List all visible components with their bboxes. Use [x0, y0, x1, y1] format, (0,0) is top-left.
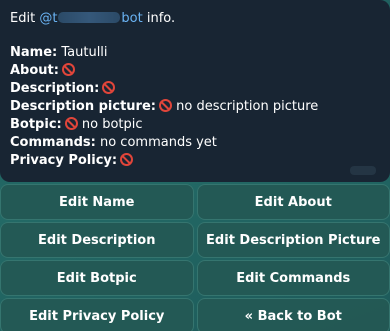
field-description: Description:: [10, 80, 380, 98]
keyboard-row: Edit Description Edit Description Pictur…: [0, 222, 390, 258]
mention-end: bot: [121, 11, 143, 26]
edit-name-button[interactable]: Edit Name: [0, 184, 194, 220]
message-header: Edit @t bot info.: [10, 10, 380, 28]
redacted-username: [58, 12, 121, 23]
field-about: About:: [10, 62, 380, 80]
field-label: Botpic:: [10, 117, 62, 132]
edit-commands-button[interactable]: Edit Commands: [196, 260, 390, 296]
field-label: Name:: [10, 45, 58, 60]
inline-keyboard: Edit Name Edit About Edit Description Ed…: [0, 184, 390, 331]
edit-botpic-button[interactable]: Edit Botpic: [0, 260, 194, 296]
field-label: Privacy Policy:: [10, 153, 118, 168]
bot-username-mention[interactable]: @t bot: [39, 11, 142, 26]
edit-description-picture-button[interactable]: Edit Description Picture: [196, 222, 390, 258]
mention-start: @t: [39, 11, 58, 26]
prohibited-icon: [61, 63, 75, 76]
bot-message-bubble: Edit @t bot info. Name: Tautulli About: D…: [0, 0, 390, 182]
prohibited-icon: [120, 153, 134, 166]
edit-privacy-policy-button[interactable]: Edit Privacy Policy: [0, 298, 194, 331]
chat-area: Edit @t bot info. Name: Tautulli About: D…: [0, 0, 390, 331]
field-label: Description picture:: [10, 99, 156, 114]
header-suffix: info.: [142, 11, 176, 26]
field-label: About:: [10, 63, 59, 78]
prohibited-icon: [102, 81, 116, 94]
field-value: Tautulli: [61, 45, 108, 60]
field-privacy-policy: Privacy Policy:: [10, 152, 380, 170]
field-name: Name: Tautulli: [10, 44, 380, 62]
field-label: Description:: [10, 81, 100, 96]
redacted-timestamp: [350, 166, 376, 175]
field-value: no botpic: [81, 117, 143, 132]
field-value: no commands yet: [99, 135, 217, 150]
field-value: no description picture: [176, 99, 319, 114]
edit-about-button[interactable]: Edit About: [196, 184, 390, 220]
back-to-bot-button[interactable]: « Back to Bot: [196, 298, 390, 331]
edit-description-button[interactable]: Edit Description: [0, 222, 194, 258]
field-description-picture: Description picture: no description pict…: [10, 98, 380, 116]
field-botpic: Botpic: no botpic: [10, 116, 380, 134]
keyboard-row: Edit Name Edit About: [0, 184, 390, 220]
keyboard-row: Edit Privacy Policy « Back to Bot: [0, 298, 390, 331]
field-label: Commands:: [10, 135, 96, 150]
prohibited-icon: [158, 99, 172, 112]
prohibited-icon: [64, 117, 78, 130]
field-commands: Commands: no commands yet: [10, 134, 380, 152]
keyboard-row: Edit Botpic Edit Commands: [0, 260, 390, 296]
header-prefix: Edit: [10, 11, 40, 26]
